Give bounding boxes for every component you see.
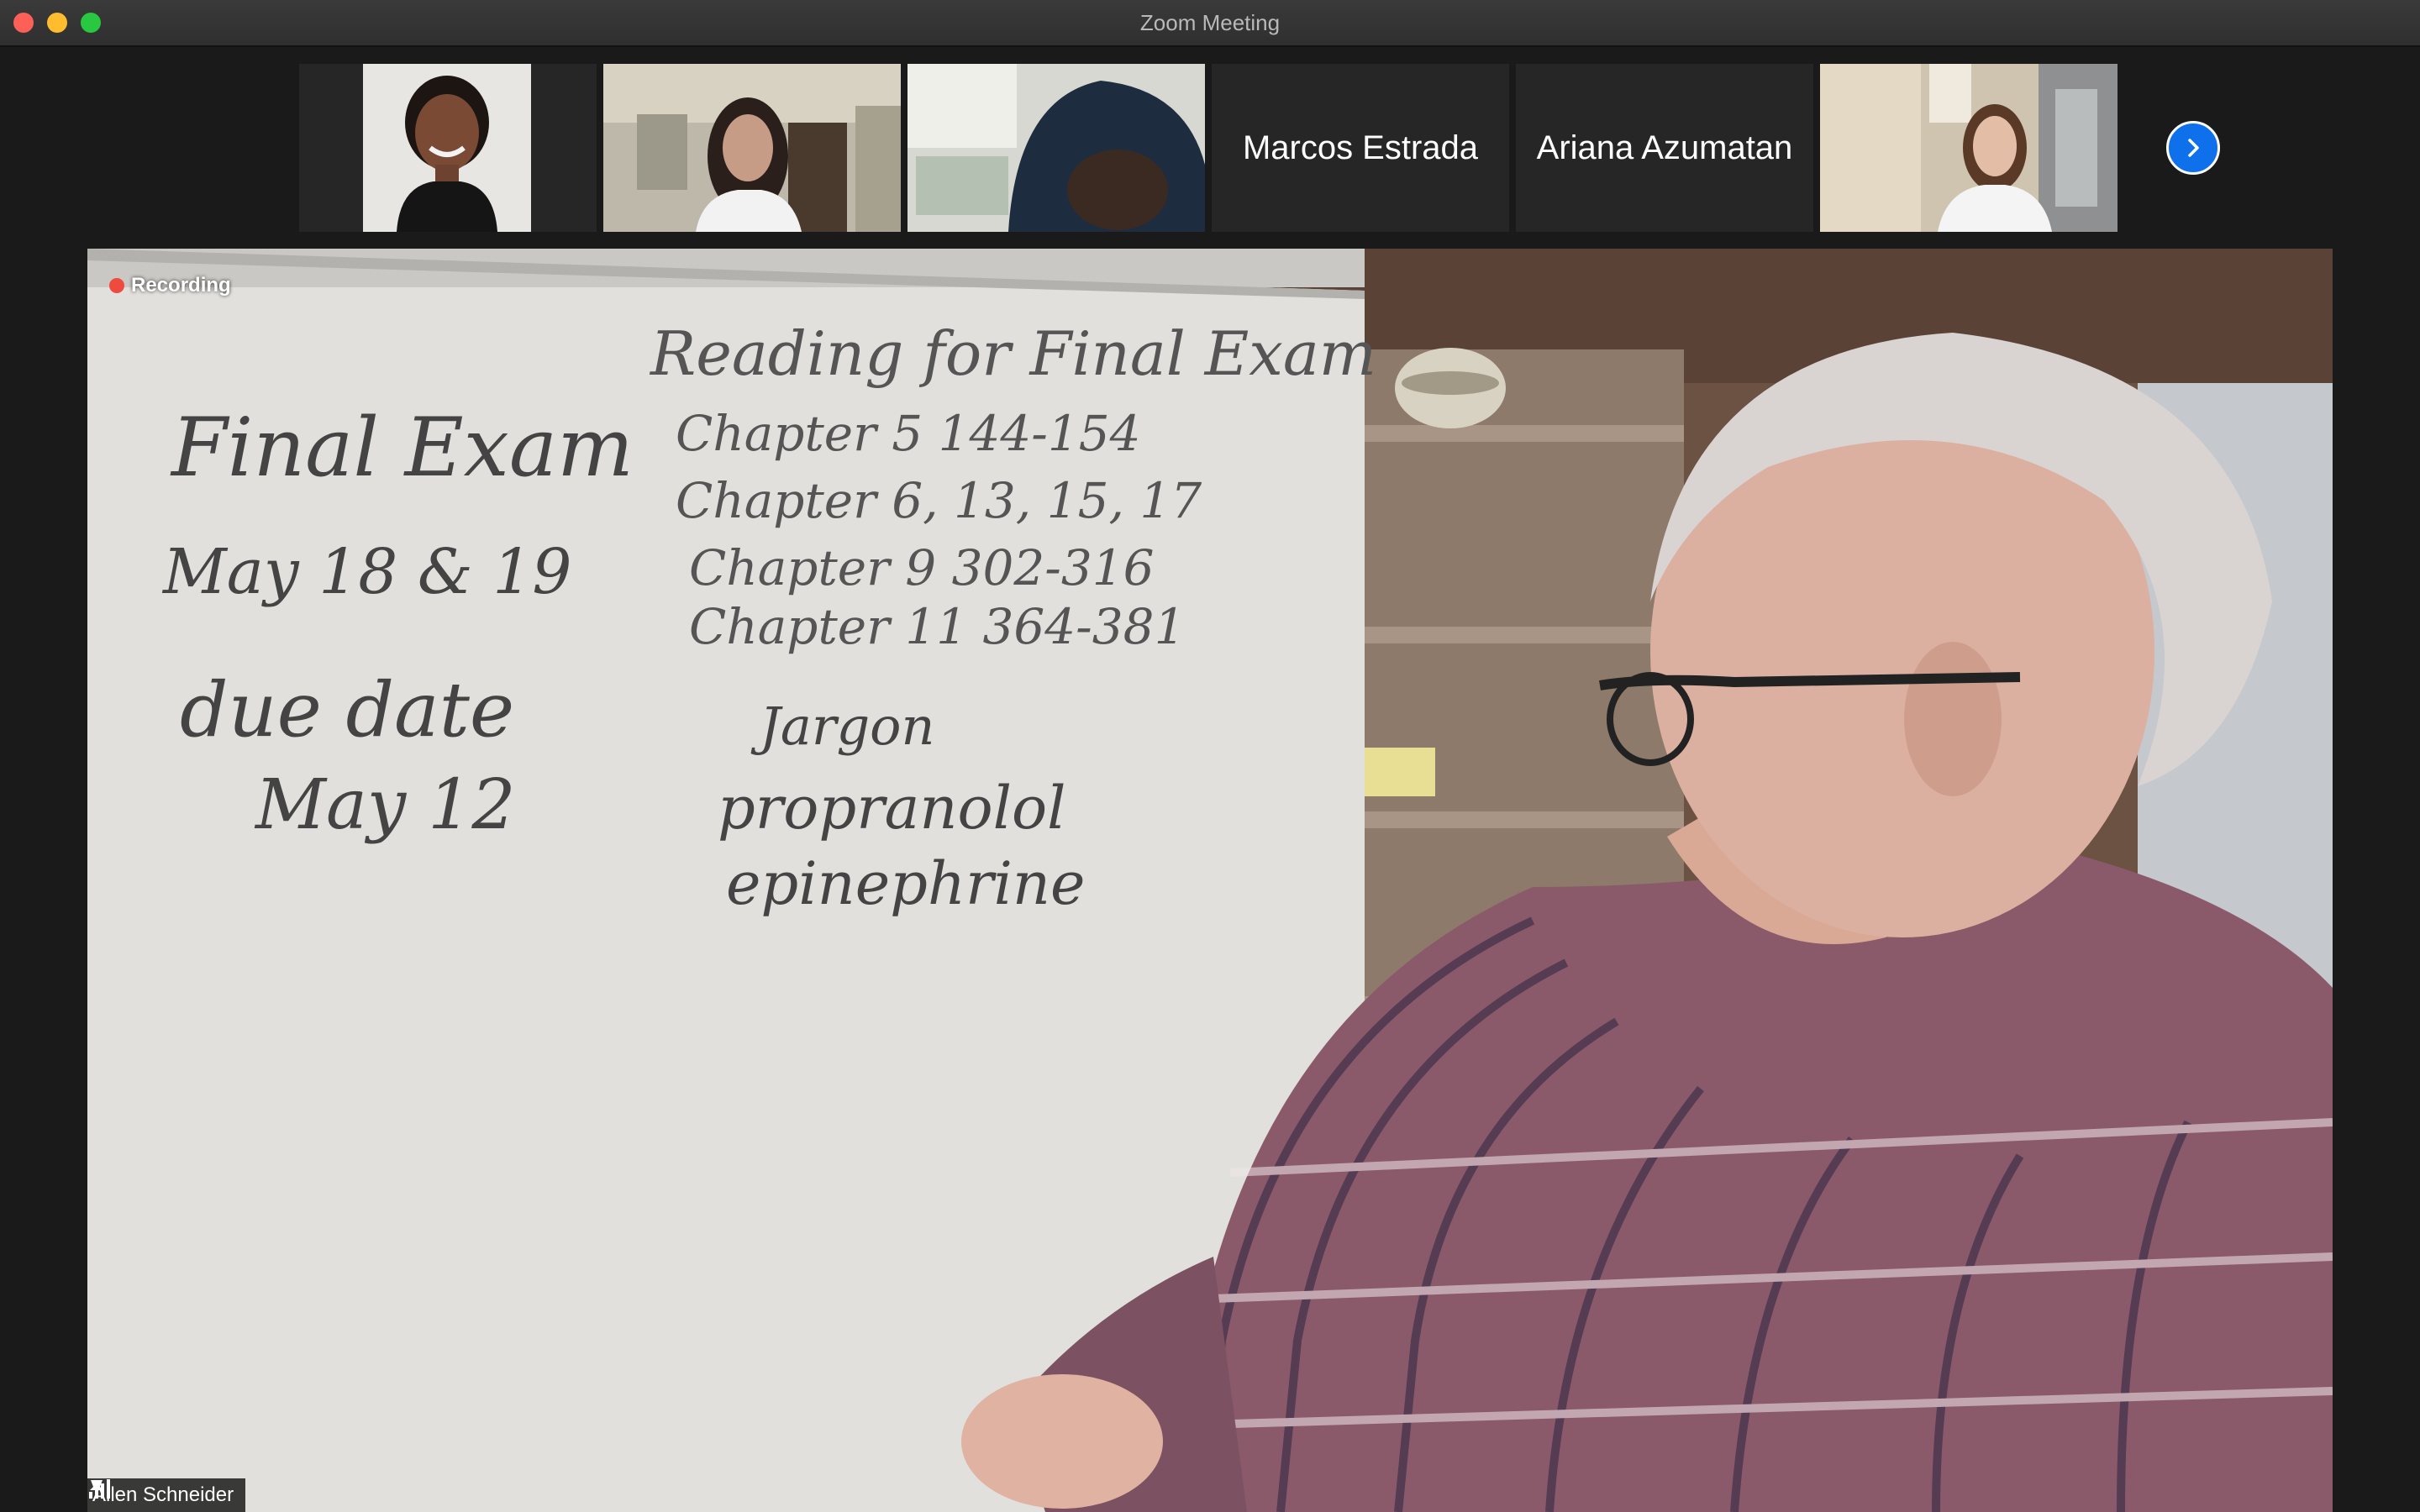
active-speaker-video[interactable]: Final Exam May 18 & 19 due date May 12 R… [87, 249, 2333, 1512]
speaker-name: Allen Schneider [92, 1483, 234, 1506]
participant-tile[interactable] [908, 64, 1205, 232]
pin-icon [90, 1480, 103, 1498]
next-page-button[interactable] [2166, 121, 2220, 175]
participant-video [1820, 64, 2118, 232]
whiteboard-text: Chapter 5 144-154 [676, 405, 1141, 462]
whiteboard-text: propranolol [718, 774, 1066, 843]
title-bar: Zoom Meeting [0, 0, 2420, 47]
participant-tile[interactable]: Ariana Azumatan [1516, 64, 1813, 232]
recording-label: Recording [131, 274, 231, 297]
whiteboard-text: Reading for Final Exam [649, 318, 1376, 389]
recording-indicator[interactable]: Recording [109, 274, 231, 297]
participant-name: Marcos Estrada [1242, 129, 1479, 166]
participant-video [299, 64, 597, 232]
whiteboard-text: Chapter 9 302-316 [689, 539, 1155, 596]
participant-tile[interactable] [1820, 64, 2118, 232]
whiteboard-text: Chapter 6, 13, 15, 17 [676, 472, 1202, 529]
zoom-window: Zoom Meeting Marcos Estrada Ariana Azuma… [0, 0, 2420, 1512]
participant-video [603, 64, 901, 232]
participant-strip: Marcos Estrada Ariana Azumatan [299, 64, 2118, 232]
whiteboard-text: Jargon [750, 696, 934, 757]
participant-tile[interactable] [603, 64, 901, 232]
whiteboard-text: Final Exam [170, 401, 634, 495]
window-title: Zoom Meeting [1139, 10, 1281, 35]
speaker-name-tag: Allen Schneider [87, 1478, 246, 1512]
whiteboard-text: Chapter 11 364-381 [689, 598, 1185, 655]
whiteboard-text: epinephrine [726, 849, 1085, 918]
whiteboard-text: May 18 & 19 [161, 536, 571, 608]
whiteboard-text: May 12 [254, 765, 516, 845]
speaker-video-frame: Final Exam May 18 & 19 due date May 12 R… [87, 249, 2333, 1512]
participant-tile[interactable] [299, 64, 597, 232]
participant-tile[interactable]: Marcos Estrada [1212, 64, 1509, 232]
participant-name: Ariana Azumatan [1536, 129, 1793, 166]
whiteboard-text: due date [180, 666, 514, 754]
recording-dot-icon [109, 278, 124, 293]
chevron-right-icon [2188, 139, 2199, 157]
participant-video [908, 64, 1205, 232]
